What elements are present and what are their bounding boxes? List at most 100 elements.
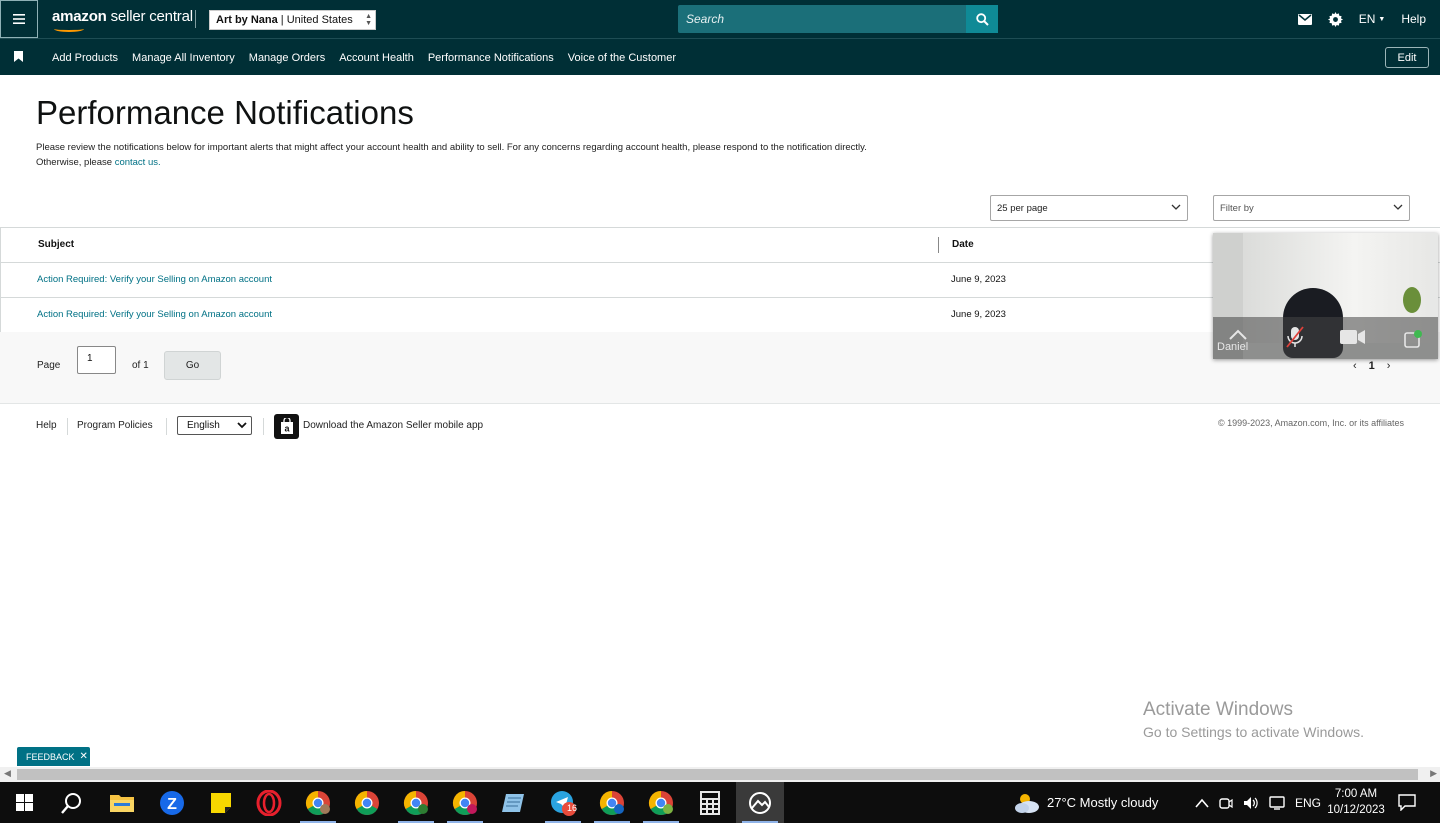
chrome-icon	[305, 790, 330, 815]
weather-widget[interactable]: 27°C Mostly cloudy	[1013, 782, 1158, 823]
account-switcher[interactable]: Art by Nana | United States ▲ ▼	[209, 10, 376, 30]
scrollbar-thumb[interactable]	[17, 769, 1418, 780]
screen-share-icon[interactable]	[1403, 329, 1423, 349]
page-title: Performance Notifications	[36, 94, 414, 131]
activate-windows-title: Activate Windows	[1143, 699, 1293, 720]
contact-us-link[interactable]: contact us.	[115, 157, 161, 168]
chrome-icon	[599, 790, 624, 815]
video-controls: Daniel	[1213, 317, 1438, 359]
taskbar-opera[interactable]	[245, 782, 293, 823]
chevron-right-icon[interactable]: ›	[1387, 360, 1391, 372]
nav-voice-of-the-customer[interactable]: Voice of the Customer	[561, 52, 683, 64]
zalo-icon: Z	[160, 790, 184, 815]
input-language[interactable]: ENG	[1295, 796, 1321, 810]
scroll-left-arrow-icon[interactable]: ◀	[4, 768, 11, 779]
weather-text: 27°C Mostly cloudy	[1047, 795, 1159, 810]
search-input[interactable]	[678, 5, 966, 33]
video-call-overlay[interactable]: Daniel	[1213, 233, 1438, 359]
taskbar-photos-app[interactable]	[736, 782, 784, 823]
column-header-subject[interactable]: Subject	[38, 239, 74, 250]
taskbar-chrome-profile-j[interactable]	[392, 782, 440, 823]
footer-divider	[67, 418, 68, 435]
taskbar-file-explorer[interactable]	[98, 782, 146, 823]
amazon-smile-icon	[54, 26, 84, 32]
column-header-date[interactable]: Date	[952, 239, 974, 250]
settings-gear-icon[interactable]	[1327, 11, 1343, 27]
network-icon[interactable]	[1269, 795, 1285, 810]
taskbar-chrome-profile-1[interactable]	[294, 782, 342, 823]
folder-icon	[110, 794, 134, 812]
filter-select[interactable]: Filter by	[1213, 195, 1410, 221]
clock-date: 10/12/2023	[1327, 804, 1385, 816]
participant-name: Daniel	[1217, 341, 1249, 353]
chevron-left-icon[interactable]: ‹	[1353, 360, 1357, 372]
per-page-select[interactable]: 25 per page	[990, 195, 1188, 221]
page-navigator: ‹ 1 ›	[1353, 360, 1390, 372]
account-marketplace: United States	[286, 14, 353, 26]
scroll-right-arrow-icon[interactable]: ▶	[1430, 768, 1437, 779]
notification-subject-link[interactable]: Action Required: Verify your Selling on …	[37, 274, 272, 285]
edit-nav-button[interactable]: Edit	[1385, 47, 1429, 68]
svg-text:Z: Z	[167, 796, 177, 813]
volume-icon[interactable]	[1243, 796, 1259, 810]
partly-cloudy-icon	[1015, 793, 1039, 813]
download-app-link[interactable]: Download the Amazon Seller mobile app	[303, 420, 483, 431]
nav-manage-orders[interactable]: Manage Orders	[242, 52, 332, 64]
updown-arrows-icon: ▲ ▼	[365, 13, 372, 27]
taskbar-search-button[interactable]	[48, 782, 96, 823]
bookmark-icon[interactable]	[14, 51, 23, 62]
windows-start-button[interactable]	[0, 782, 48, 823]
feedback-button[interactable]: FEEDBACK ✕	[17, 747, 90, 766]
meet-now-icon[interactable]	[1219, 796, 1233, 810]
table-border	[0, 227, 1, 332]
copyright: © 1999-2023, Amazon.com, Inc. or its aff…	[1217, 418, 1404, 428]
taskbar-sticky-notes[interactable]	[197, 782, 245, 823]
footer: Help Program Policies English a Download…	[0, 405, 1440, 445]
footer-divider	[263, 418, 264, 435]
taskbar-notepad[interactable]	[490, 782, 538, 823]
taskbar-calculator[interactable]	[686, 782, 734, 823]
nav-add-products[interactable]: Add Products	[45, 52, 125, 64]
chevron-up-icon[interactable]	[1228, 329, 1248, 341]
taskbar-clock[interactable]: 7:00 AM 10/12/2023	[1327, 786, 1385, 818]
notification-center-button[interactable]	[1398, 782, 1416, 823]
help-link[interactable]: Help	[1401, 12, 1426, 26]
taskbar-zalo[interactable]: Z	[148, 782, 196, 823]
search-bar	[678, 5, 998, 33]
nav-account-health[interactable]: Account Health	[332, 52, 421, 64]
activate-windows-subtitle: Go to Settings to activate Windows.	[1143, 724, 1364, 740]
chrome-icon	[452, 790, 477, 815]
taskbar-chrome[interactable]	[343, 782, 391, 823]
nav-manage-all-inventory[interactable]: Manage All Inventory	[125, 52, 242, 64]
footer-language-select[interactable]: English	[177, 416, 252, 435]
hamburger-icon	[13, 14, 25, 24]
page-total: of 1	[132, 360, 149, 371]
seller-central-logo[interactable]: amazon seller central	[52, 8, 193, 25]
taskbar-chrome-profile-z[interactable]	[637, 782, 685, 823]
search-icon	[975, 12, 989, 26]
amazon-seller-app-icon[interactable]: a	[274, 414, 299, 439]
page-number-input[interactable]: 1	[77, 346, 116, 374]
current-page: 1	[1368, 360, 1375, 372]
search-button[interactable]	[966, 5, 998, 33]
go-button[interactable]: Go	[164, 351, 221, 380]
video-camera-icon[interactable]	[1340, 329, 1366, 345]
chrome-icon	[648, 790, 673, 815]
nav-performance-notifications[interactable]: Performance Notifications	[421, 52, 561, 64]
hamburger-menu-button[interactable]	[0, 0, 38, 38]
notification-subject-link[interactable]: Action Required: Verify your Selling on …	[37, 309, 272, 320]
taskbar-chrome-profile-r[interactable]	[441, 782, 489, 823]
taskbar-chrome-profile-a[interactable]	[588, 782, 636, 823]
horizontal-scrollbar[interactable]: ◀ ▶	[0, 767, 1440, 782]
program-policies-link[interactable]: Program Policies	[77, 420, 153, 431]
language-selector[interactable]: EN ▼	[1359, 12, 1386, 26]
footer-help-link[interactable]: Help	[36, 420, 57, 431]
search-icon	[61, 792, 81, 814]
chevron-up-icon[interactable]	[1195, 798, 1209, 808]
close-icon[interactable]: ✕	[80, 751, 88, 762]
chrome-icon	[403, 790, 428, 815]
microphone-muted-icon[interactable]	[1285, 325, 1305, 349]
taskbar-telegram[interactable]: 16	[539, 782, 587, 823]
mail-icon[interactable]	[1297, 13, 1312, 25]
caret-down-icon: ▼	[1378, 15, 1386, 23]
